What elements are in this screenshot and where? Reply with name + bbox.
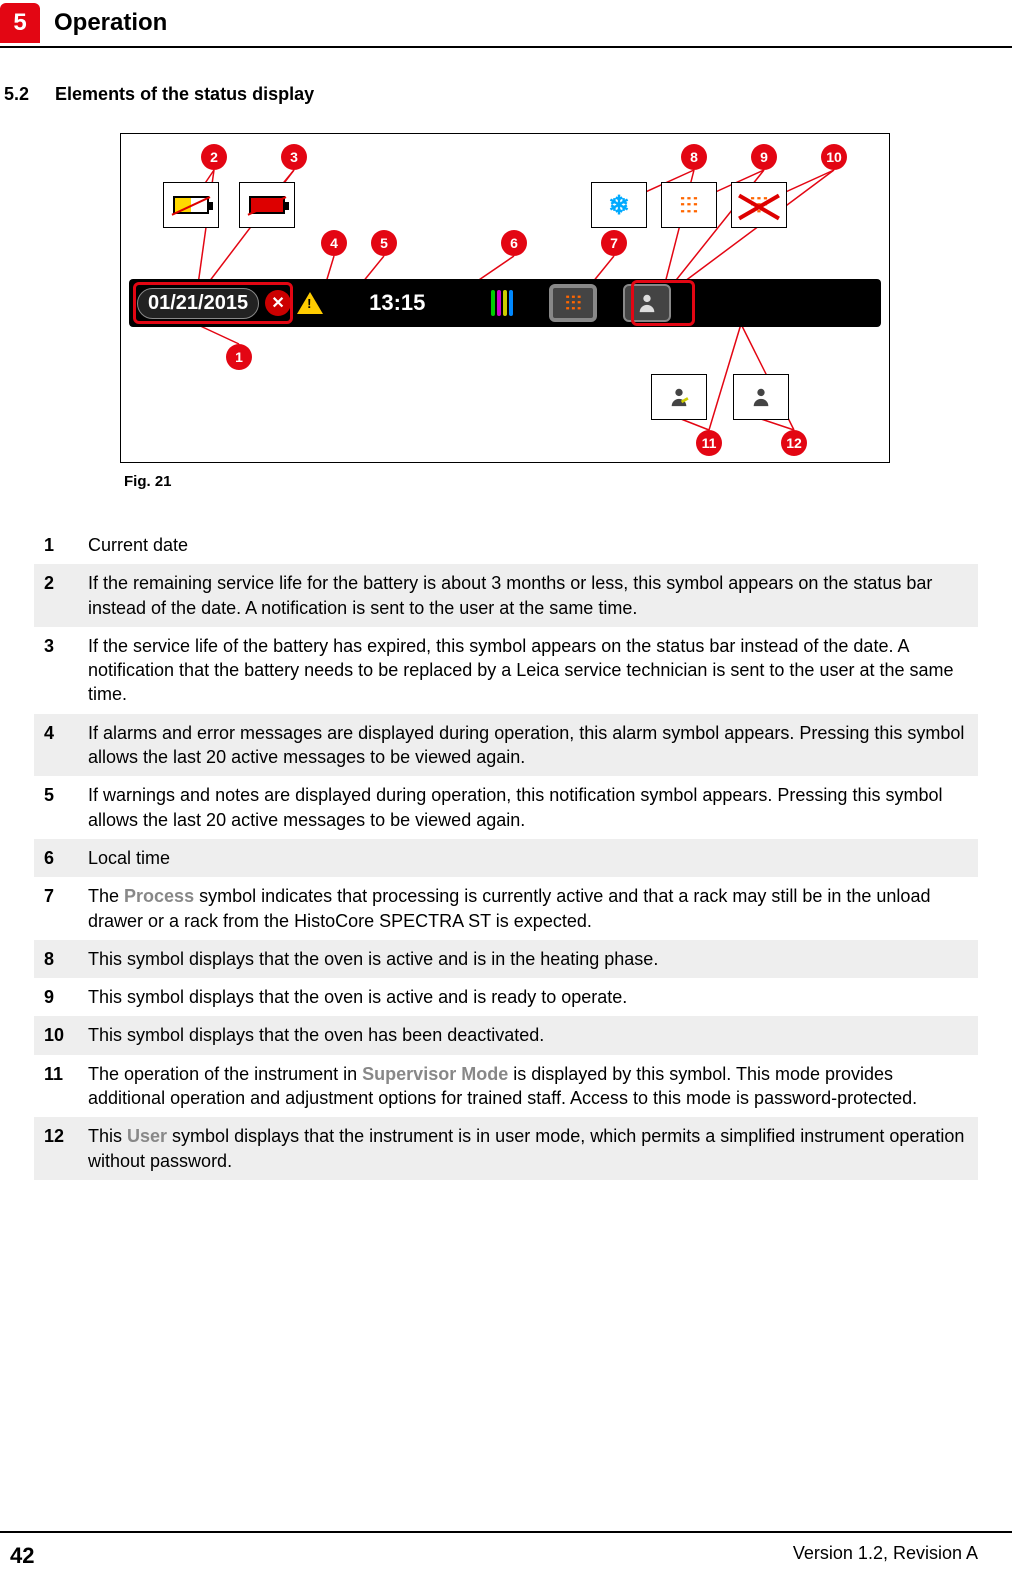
battery-3month-icon xyxy=(163,182,219,228)
legend-description: If the remaining service life for the ba… xyxy=(88,571,968,620)
callout-3: 3 xyxy=(281,144,307,170)
user-mode-icon xyxy=(733,374,789,420)
legend-row-5: 5If warnings and notes are displayed dur… xyxy=(34,776,978,839)
legend-number: 8 xyxy=(44,947,88,971)
supervisor-mode-icon xyxy=(651,374,707,420)
process-icon xyxy=(491,290,513,316)
oven-heating-icon: ❄ xyxy=(591,182,647,228)
callout-2: 2 xyxy=(201,144,227,170)
section-number: 5.2 xyxy=(4,84,29,105)
legend-row-6: 6Local time xyxy=(34,839,978,877)
callout-8: 8 xyxy=(681,144,707,170)
legend-description: If warnings and notes are displayed duri… xyxy=(88,783,968,832)
callout-6: 6 xyxy=(501,230,527,256)
callout-9: 9 xyxy=(751,144,777,170)
legend-number: 10 xyxy=(44,1023,88,1047)
legend-row-7: 7The Process symbol indicates that proce… xyxy=(34,877,978,940)
callout-12: 12 xyxy=(781,430,807,456)
callout-4: 4 xyxy=(321,230,347,256)
legend-description: Current date xyxy=(88,533,968,557)
date-selection-box xyxy=(133,282,293,324)
page-footer: 42 Version 1.2, Revision A xyxy=(0,1531,1012,1569)
legend-number: 11 xyxy=(44,1062,88,1111)
legend-description: This symbol displays that the oven has b… xyxy=(88,1023,968,1047)
page-header: 5 Operation xyxy=(0,0,1012,48)
battery-expired-icon xyxy=(239,182,295,228)
section-title: Elements of the status display xyxy=(55,84,314,105)
legend-row-11: 11The operation of the instrument in Sup… xyxy=(34,1055,978,1118)
figure-caption: Fig. 21 xyxy=(124,473,890,490)
legend-row-10: 10This symbol displays that the oven has… xyxy=(34,1016,978,1054)
callout-7: 7 xyxy=(601,230,627,256)
legend-description: The operation of the instrument in Super… xyxy=(88,1062,968,1111)
callout-11: 11 xyxy=(696,430,722,456)
chapter-number-badge: 5 xyxy=(0,3,40,43)
legend-number: 3 xyxy=(44,634,88,707)
legend-number: 6 xyxy=(44,846,88,870)
legend-description: This User symbol displays that the instr… xyxy=(88,1124,968,1173)
legend-row-12: 12This User symbol displays that the ins… xyxy=(34,1117,978,1180)
legend-description: This symbol displays that the oven is ac… xyxy=(88,985,968,1009)
legend-number: 2 xyxy=(44,571,88,620)
oven-deactivated-icon: ⵗⵗⵗ xyxy=(731,182,787,228)
version-text: Version 1.2, Revision A xyxy=(793,1543,978,1569)
chapter-title: Operation xyxy=(54,9,167,37)
legend-row-2: 2If the remaining service life for the b… xyxy=(34,564,978,627)
oven-selection-box xyxy=(631,280,695,326)
legend-number: 4 xyxy=(44,721,88,770)
legend-number: 1 xyxy=(44,533,88,557)
callout-5: 5 xyxy=(371,230,397,256)
callout-1: 1 xyxy=(226,344,252,370)
figure-21: 2 3 8 9 10 4 5 6 7 1 11 12 xyxy=(120,133,890,490)
legend-row-1: 1Current date xyxy=(34,526,978,564)
legend-description: If alarms and error messages are display… xyxy=(88,721,968,770)
legend-row-4: 4If alarms and error messages are displa… xyxy=(34,714,978,777)
warning-icon[interactable] xyxy=(297,292,323,314)
status-time: 13:15 xyxy=(369,290,425,316)
legend-row-9: 9This symbol displays that the oven is a… xyxy=(34,978,978,1016)
legend-number: 12 xyxy=(44,1124,88,1173)
legend-description: The Process symbol indicates that proces… xyxy=(88,884,968,933)
legend-description: This symbol displays that the oven is ac… xyxy=(88,947,968,971)
legend-row-3: 3If the service life of the battery has … xyxy=(34,627,978,714)
legend-description: Local time xyxy=(88,846,968,870)
legend-description: If the service life of the battery has e… xyxy=(88,634,968,707)
legend-list: 1Current date2If the remaining service l… xyxy=(34,526,978,1180)
legend-number: 7 xyxy=(44,884,88,933)
section-heading: 5.2 Elements of the status display xyxy=(0,84,1012,105)
oven-ready-icon: ⵗⵗⵗ xyxy=(661,182,717,228)
legend-row-8: 8This symbol displays that the oven is a… xyxy=(34,940,978,978)
page-number: 42 xyxy=(10,1543,34,1569)
callout-10: 10 xyxy=(821,144,847,170)
legend-number: 9 xyxy=(44,985,88,1009)
legend-number: 5 xyxy=(44,783,88,832)
oven-status-icon[interactable]: ⵗⵗⵗ xyxy=(549,284,597,322)
